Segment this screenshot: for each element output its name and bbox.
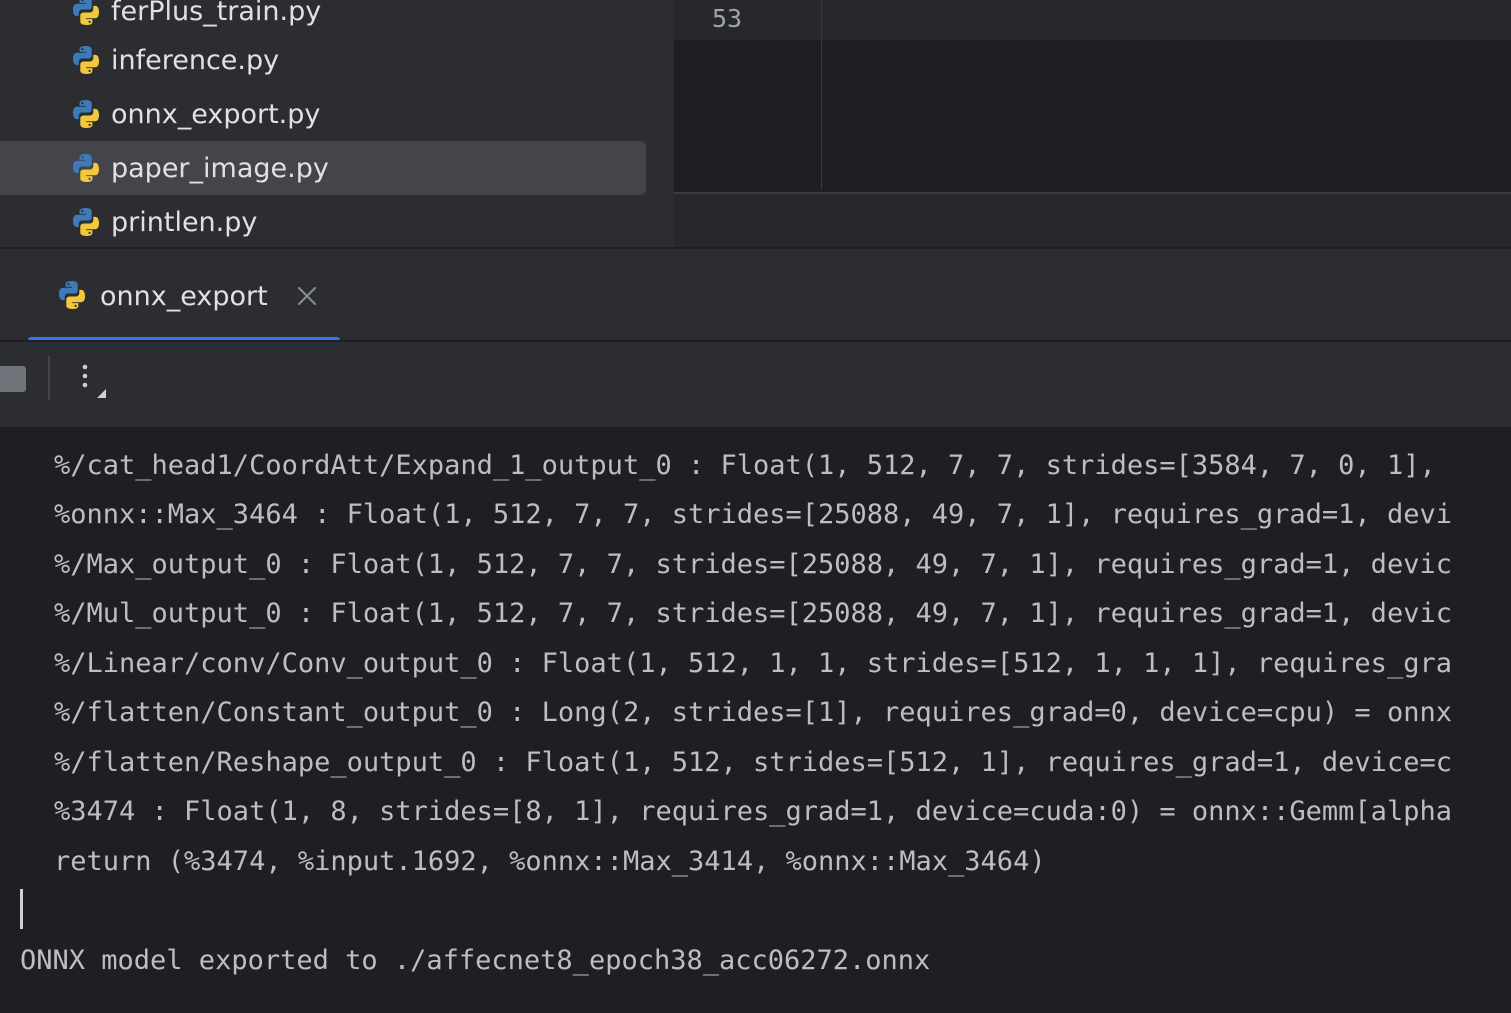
python-file-icon (73, 46, 99, 74)
text-caret (20, 889, 23, 929)
console-line: %/cat_head1/CoordAtt/Expand_1_output_0 :… (54, 450, 1452, 481)
editor-bottom-strip (674, 194, 1511, 247)
run-tab-onnx-export[interactable]: onnx_export (28, 249, 340, 343)
python-file-icon (73, 100, 99, 128)
tree-item-label: printlen.py (111, 206, 258, 238)
tree-item-onnx-export[interactable]: onnx_export.py (0, 87, 646, 141)
tree-item-label: paper_image.py (111, 152, 329, 184)
console-line-export-result: ONNX model exported to ./affecnet8_epoch… (20, 945, 931, 976)
tree-item-paper-image[interactable]: paper_image.py (0, 141, 646, 195)
run-toolbar (0, 342, 1511, 427)
tree-item-label: inference.py (111, 44, 280, 76)
tree-item-label: ferPlus_train.py (111, 0, 322, 27)
run-tab-label: onnx_export (100, 281, 268, 312)
python-file-icon (73, 0, 99, 25)
toolbar-separator (48, 356, 50, 400)
run-console[interactable]: %/cat_head1/CoordAtt/Expand_1_output_0 :… (0, 427, 1511, 1013)
tree-item-inference[interactable]: inference.py (0, 33, 646, 87)
console-line: %/Linear/conv/Conv_output_0 : Float(1, 5… (54, 648, 1452, 679)
console-line: %/Max_output_0 : Float(1, 512, 7, 7, str… (54, 549, 1452, 580)
python-file-icon (73, 208, 99, 236)
line-number: 53 (712, 4, 743, 33)
python-file-icon (59, 281, 85, 309)
console-line: return (%3474, %input.1692, %onnx::Max_3… (54, 846, 1046, 877)
project-tree: ferPlus_train.py inference.py onnx_expor… (0, 0, 674, 247)
console-line: %3474 : Float(1, 8, strides=[8, 1], requ… (54, 796, 1452, 827)
ide-window: ferPlus_train.py inference.py onnx_expor… (0, 0, 1511, 1013)
console-line: %/flatten/Constant_output_0 : Long(2, st… (54, 697, 1452, 728)
run-tool-window-header: onnx_export (0, 247, 1511, 343)
tree-item-printlen[interactable]: printlen.py (0, 195, 646, 247)
more-vertical-icon[interactable] (72, 362, 112, 402)
close-icon[interactable] (294, 283, 320, 309)
stop-icon[interactable] (0, 366, 26, 392)
python-file-icon (73, 154, 99, 182)
console-line: %/flatten/Reshape_output_0 : Float(1, 51… (54, 747, 1452, 778)
console-line: %/Mul_output_0 : Float(1, 512, 7, 7, str… (54, 598, 1452, 629)
current-line-highlight (674, 0, 1511, 40)
gutter-separator (821, 0, 822, 190)
code-editor[interactable]: 53 (674, 0, 1511, 247)
tree-item-label: onnx_export.py (111, 98, 321, 130)
console-line: %onnx::Max_3464 : Float(1, 512, 7, 7, st… (54, 499, 1452, 530)
